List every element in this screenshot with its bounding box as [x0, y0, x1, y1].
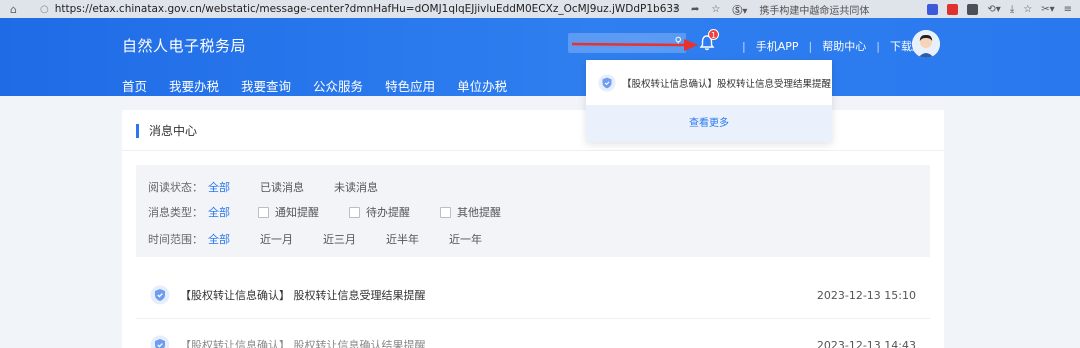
- filter-option-1y[interactable]: 近一年: [449, 231, 482, 247]
- checkbox-label: 通知提醒: [275, 206, 319, 219]
- url-field[interactable]: ○ https://etax.chinatax.gov.cn/webstatic…: [40, 1, 680, 17]
- checkbox-box[interactable]: [349, 206, 360, 218]
- nav-item-home[interactable]: 首页: [122, 76, 147, 95]
- home-icon[interactable]: ⌂: [10, 3, 24, 16]
- search-icon[interactable]: ⚲: [675, 36, 682, 47]
- browser-address-bar: ⌂ ○ https://etax.chinatax.gov.cn/webstat…: [0, 0, 1080, 18]
- filter-option-1m[interactable]: 近一月: [260, 231, 293, 247]
- site-title[interactable]: 自然人电子税务局: [122, 35, 246, 56]
- shield-icon: [150, 335, 170, 348]
- divider: |: [742, 39, 746, 53]
- checkbox-todo[interactable]: 待办提醒: [349, 204, 410, 220]
- extension-icon[interactable]: [927, 3, 939, 15]
- nav-item-featured[interactable]: 特色应用: [385, 76, 435, 95]
- user-avatar-icon: [912, 30, 940, 58]
- nav-item-query[interactable]: 我要查询: [241, 76, 291, 95]
- menu-icon[interactable]: ≡: [1064, 4, 1072, 15]
- message-time: 2023-12-13 14:43: [816, 338, 916, 348]
- filter-option-all[interactable]: 全部: [208, 231, 230, 247]
- extension-icon[interactable]: [947, 3, 959, 15]
- favorites-icon[interactable]: ☆: [1023, 4, 1032, 15]
- filter-option-read[interactable]: 已读消息: [260, 179, 304, 195]
- header-search-input[interactable]: ⚲: [568, 33, 686, 53]
- share-icon[interactable]: ➦: [691, 4, 699, 15]
- filter-label: 时间范围：: [148, 233, 203, 246]
- notification-badge: 1: [708, 29, 719, 40]
- nav-item-public[interactable]: 公众服务: [313, 76, 363, 95]
- filter-option-all[interactable]: 全部: [208, 204, 230, 220]
- checkbox-box[interactable]: [440, 206, 451, 218]
- checkbox-label: 待办提醒: [366, 206, 410, 219]
- extension-icon[interactable]: [967, 3, 979, 15]
- divider: [122, 150, 944, 151]
- divider: |: [808, 39, 813, 53]
- mobile-app-link[interactable]: 手机APP: [756, 38, 799, 54]
- divider: |: [876, 39, 880, 53]
- download-icon[interactable]: ⤓: [1010, 4, 1014, 15]
- list-item[interactable]: 【股权转让信息确认】 股权转让信息确认结果提醒 2023-12-13 14:43: [136, 332, 930, 348]
- filter-read-status: 阅读状态： 全部 已读消息 未读消息: [148, 179, 408, 195]
- search-engine-icon[interactable]: Ⓢ▾: [732, 2, 747, 17]
- checkbox-label: 其他提醒: [457, 206, 501, 219]
- message-text[interactable]: 【股权转让信息确认】 股权转让信息受理结果提醒: [180, 287, 426, 303]
- help-center-link[interactable]: 帮助中心: [822, 38, 866, 54]
- nav-item-unit[interactable]: 单位办税: [457, 76, 507, 95]
- view-more-button[interactable]: 查看更多: [586, 105, 832, 142]
- message-text[interactable]: 【股权转让信息确认】 股权转让信息确认结果提醒: [180, 337, 426, 348]
- list-item[interactable]: 【股权转让信息确认】 股权转让信息受理结果提醒 2023-12-13 15:10: [136, 282, 930, 308]
- star-icon[interactable]: ☆: [711, 4, 720, 15]
- filter-option-all[interactable]: 全部: [208, 179, 230, 195]
- notification-item[interactable]: 【股权转让信息确认】股权转让信息受理结果提醒: [598, 74, 831, 92]
- notification-text: 【股权转让信息确认】股权转让信息受理结果提醒: [622, 79, 832, 90]
- filter-option-6m[interactable]: 近半年: [386, 231, 419, 247]
- nav-item-tax[interactable]: 我要办税: [169, 76, 219, 95]
- lightning-icon[interactable]: ⚡: [672, 4, 679, 15]
- avatar[interactable]: [912, 30, 940, 58]
- search-icon: ○: [40, 3, 49, 15]
- tools-icon[interactable]: ✂▾: [1041, 4, 1054, 15]
- filter-time-range: 时间范围： 全部 近一月 近三月 近半年 近一年: [148, 231, 512, 247]
- filter-panel: 阅读状态： 全部 已读消息 未读消息 消息类型： 全部 通知提醒 待办提醒 其他…: [136, 165, 930, 257]
- checkbox-notice[interactable]: 通知提醒: [258, 204, 319, 220]
- filter-label: 消息类型：: [148, 206, 203, 219]
- browser-extensions: ⟲▾ ⤓ ☆ ✂▾ ≡: [927, 0, 1072, 18]
- header-links: | 手机APP | 帮助中心 | 下载服务: [732, 38, 934, 54]
- filter-msg-type: 消息类型： 全部 通知提醒 待办提醒 其他提醒: [148, 204, 531, 220]
- history-icon[interactable]: ⟲▾: [987, 4, 1000, 15]
- notification-dropdown: 【股权转让信息确认】股权转让信息受理结果提醒 查看更多: [586, 60, 832, 142]
- browser-toolbar: ⚡ ➦ ☆ Ⓢ▾ 携手构建中越命运共同体: [672, 0, 869, 18]
- message-center-card: 消息中心 阅读状态： 全部 已读消息 未读消息 消息类型： 全部 通知提醒 待办…: [122, 110, 944, 348]
- shield-icon: [150, 285, 170, 305]
- checkbox-box[interactable]: [258, 206, 269, 218]
- page-title: 消息中心: [136, 124, 197, 138]
- url-text: https://etax.chinatax.gov.cn/webstatic/m…: [54, 3, 680, 15]
- shield-icon: [598, 74, 616, 92]
- message-time: 2023-12-13 15:10: [816, 288, 916, 302]
- filter-option-3m[interactable]: 近三月: [323, 231, 356, 247]
- main-nav: 首页 我要办税 我要查询 公众服务 特色应用 单位办税: [122, 76, 529, 95]
- filter-label: 阅读状态：: [148, 181, 203, 194]
- filter-option-unread[interactable]: 未读消息: [334, 179, 378, 195]
- divider: [136, 318, 930, 319]
- search-suggestion[interactable]: 携手构建中越命运共同体: [759, 2, 869, 17]
- site-header: 自然人电子税务局 首页 我要办税 我要查询 公众服务 特色应用 单位办税 ⚲: [0, 18, 1080, 96]
- checkbox-other[interactable]: 其他提醒: [440, 204, 501, 220]
